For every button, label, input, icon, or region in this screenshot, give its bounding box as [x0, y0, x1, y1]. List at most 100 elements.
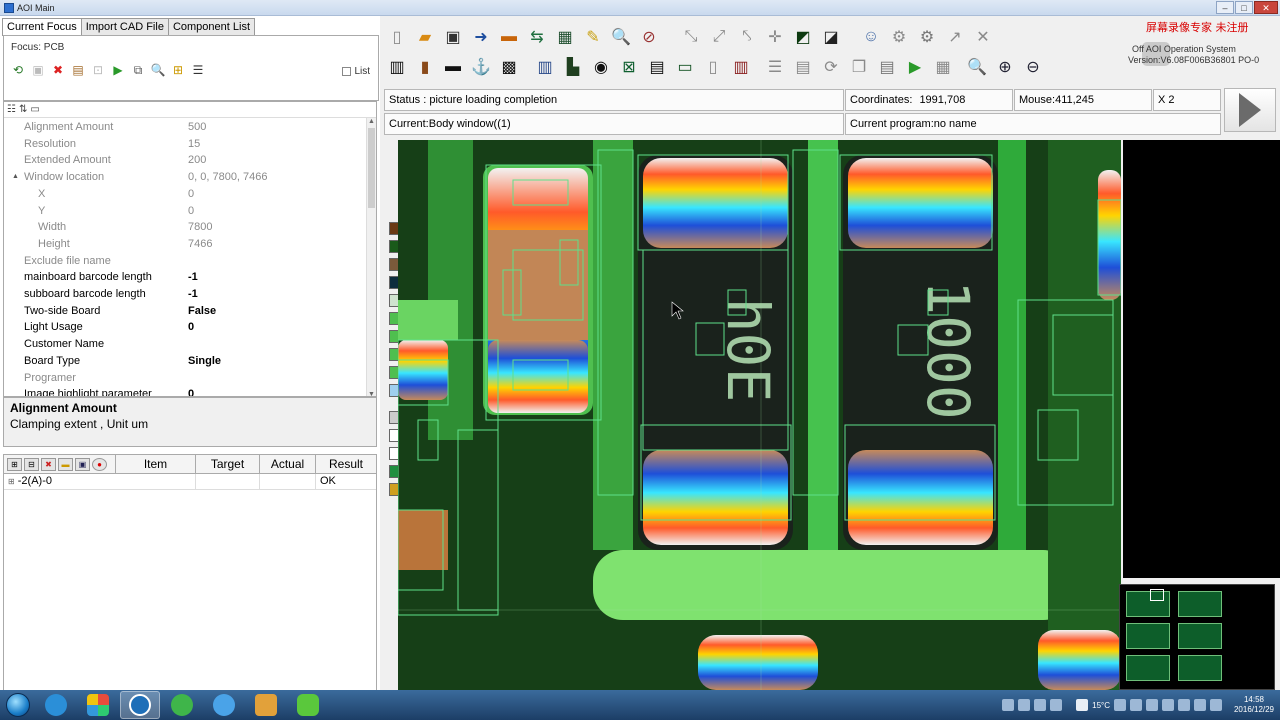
taskbar-app-wechat[interactable] — [288, 691, 328, 719]
property-row[interactable]: Two-side Board False — [4, 303, 366, 320]
expander-icon[interactable]: ▲ — [12, 169, 19, 185]
expand-icon[interactable]: ⊞ — [7, 457, 22, 471]
property-pages-icon[interactable]: ▭ — [30, 104, 39, 115]
property-value[interactable]: 15 — [188, 136, 200, 152]
property-value[interactable]: 7466 — [188, 236, 212, 252]
property-row[interactable]: Programer — [4, 370, 366, 387]
subboard-thumbnail[interactable] — [1126, 655, 1170, 681]
property-row[interactable]: Image highlight parameter 0 — [4, 386, 366, 396]
property-row[interactable]: subboard barcode length -1 — [4, 286, 366, 303]
save-result-icon[interactable]: ▣ — [75, 457, 90, 471]
zoom-fit-icon[interactable]: ⊘ — [636, 24, 662, 50]
paste-icon[interactable]: ▤ — [70, 62, 86, 78]
refresh-icon[interactable]: ⟲ — [10, 62, 26, 78]
property-row[interactable]: Resolution 15 — [4, 136, 366, 153]
view-position-indicator[interactable] — [1150, 589, 1164, 601]
help-icon[interactable] — [1018, 699, 1031, 711]
property-row[interactable]: Alignment Amount 500 — [4, 119, 366, 136]
gear-dark-icon[interactable]: ⚙ — [914, 24, 940, 50]
property-row[interactable]: Customer Name — [4, 336, 366, 353]
tab-current-focus[interactable]: Current Focus — [2, 18, 82, 36]
taskbar-app-refresh[interactable] — [162, 691, 202, 719]
user-icon[interactable]: ☺ — [858, 24, 884, 50]
cross-box-icon[interactable]: ⊠ — [616, 54, 642, 80]
taskbar-app-aoi[interactable] — [120, 691, 160, 719]
paste-icon[interactable]: ▤ — [874, 54, 900, 80]
property-value[interactable]: 500 — [188, 119, 206, 135]
property-value[interactable]: -1 — [188, 286, 198, 302]
tray-app-icon[interactable] — [1130, 699, 1142, 711]
property-value[interactable]: 0 — [188, 386, 194, 396]
col-item[interactable]: Item — [116, 455, 196, 473]
anchor-icon[interactable]: ⚓ — [468, 54, 494, 80]
zoom-plus-icon[interactable]: ⊕ — [992, 54, 1018, 80]
row-expander-icon[interactable]: ⊞ — [8, 477, 15, 486]
rack-icon[interactable]: ▥ — [728, 54, 754, 80]
property-scrollbar[interactable]: ▲ ▼ — [366, 118, 376, 396]
clipboard-icon[interactable]: ▯ — [700, 54, 726, 80]
component-disabled-icon[interactable]: ▣ — [30, 62, 46, 78]
barcode2-icon[interactable]: ▤ — [644, 54, 670, 80]
resistor-icon[interactable]: ▮ — [412, 54, 438, 80]
pcb-image-viewer[interactable]: h0E 1000 — [398, 140, 1121, 690]
scroll-thumb[interactable] — [368, 128, 375, 208]
property-row[interactable]: Height 7466 — [4, 236, 366, 253]
undo-icon[interactable]: ⇆ — [524, 24, 550, 50]
save-icon[interactable]: ▣ — [440, 24, 466, 50]
frame-icon[interactable]: ▭ — [672, 54, 698, 80]
color-block-icon[interactable]: ◩ — [790, 24, 816, 50]
zoom-minus-icon[interactable]: ⊖ — [1020, 54, 1046, 80]
settings-icon[interactable] — [1050, 699, 1063, 711]
volume-icon[interactable] — [1210, 699, 1222, 711]
property-row[interactable]: Extended Amount 200 — [4, 152, 366, 169]
property-row[interactable]: Y0 — [4, 203, 366, 220]
categorized-icon[interactable]: ☷ — [7, 104, 16, 115]
col-target[interactable]: Target — [196, 455, 260, 473]
property-row[interactable]: Width 7800 — [4, 219, 366, 236]
maximize-icon[interactable]: □ — [1235, 1, 1253, 14]
tab-component-list[interactable]: Component List — [167, 18, 255, 35]
run-icon[interactable]: ▶ — [110, 62, 126, 78]
barcode-icon[interactable]: ▥ — [384, 54, 410, 80]
security-icon[interactable] — [1034, 699, 1047, 711]
wand-icon[interactable]: ✎ — [580, 24, 606, 50]
property-row[interactable]: Light Usage 0 — [4, 319, 366, 336]
taskbar-app-windows[interactable] — [78, 691, 118, 719]
collapse-icon[interactable]: ⊟ — [24, 457, 39, 471]
folder-icon[interactable]: ▬ — [58, 457, 73, 471]
taskbar-app-office[interactable] — [246, 691, 286, 719]
table-icon[interactable]: ▦ — [930, 54, 956, 80]
property-value[interactable]: Single — [188, 353, 221, 369]
taskbar-app-ie2[interactable] — [204, 691, 244, 719]
property-value[interactable]: 7800 — [188, 219, 212, 235]
property-row[interactable]: mainboard barcode length -1 — [4, 269, 366, 286]
scroll-up-icon[interactable]: ▲ — [368, 118, 375, 125]
search-icon[interactable]: 🔍 — [150, 62, 166, 78]
start-button[interactable] — [0, 690, 36, 720]
move-disabled-icon[interactable]: ⤡ — [678, 24, 704, 50]
close-icon[interactable]: ✕ — [1254, 1, 1278, 14]
qr-icon[interactable]: ▩ — [496, 54, 522, 80]
col-actual[interactable]: Actual — [260, 455, 316, 473]
property-row[interactable]: Exclude file name — [4, 253, 366, 270]
bars-icon[interactable]: ▥ — [532, 54, 558, 80]
rotate-icon[interactable]: ⟳ — [818, 54, 844, 80]
tray-app-icon[interactable] — [1146, 699, 1158, 711]
zoom-search-icon[interactable]: 🔍 — [964, 54, 990, 80]
property-value[interactable]: -1 — [188, 269, 198, 285]
chip-icon[interactable]: ▬ — [440, 54, 466, 80]
weather-icon[interactable] — [1076, 699, 1089, 711]
move-disabled-icon[interactable]: ⤢ — [706, 24, 732, 50]
grid-icon[interactable]: ▦ — [552, 24, 578, 50]
property-row[interactable]: ▲ Window location 0, 0, 7800, 7466 — [4, 169, 366, 186]
book-icon[interactable]: ▙ — [560, 54, 586, 80]
network-icon[interactable] — [1194, 699, 1206, 711]
arrow-disabled-icon[interactable]: ↗ — [942, 24, 968, 50]
tray-app-icon[interactable] — [1162, 699, 1174, 711]
play-icon[interactable]: ▶ — [902, 54, 928, 80]
next-button[interactable] — [1224, 88, 1276, 132]
subboard-thumbnail[interactable] — [1178, 655, 1222, 681]
target-icon[interactable]: ◉ — [588, 54, 614, 80]
property-value[interactable]: 0 — [188, 203, 194, 219]
tools-disabled-icon[interactable]: ✕ — [970, 24, 996, 50]
